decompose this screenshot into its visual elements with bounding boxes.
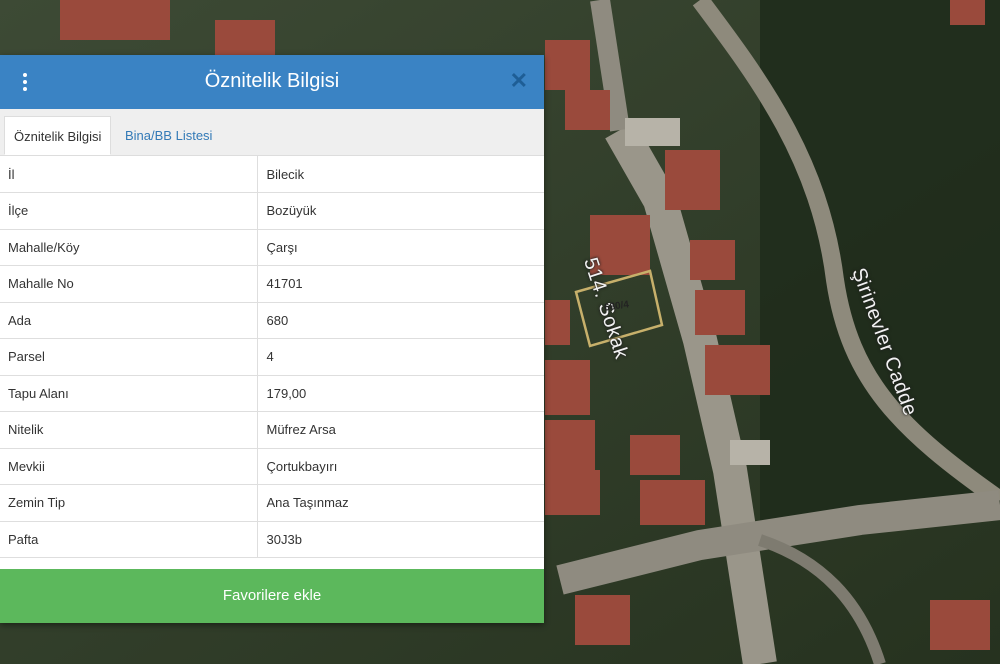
row-key: Mahalle/Köy xyxy=(0,229,258,266)
table-row: Zemin Tip Ana Taşınmaz xyxy=(0,484,544,522)
row-key: Ada xyxy=(0,302,258,339)
table-row: Mahalle No 41701 xyxy=(0,265,544,303)
table-row: Pafta 30J3b xyxy=(0,521,544,558)
row-value: Çortukbayırı xyxy=(257,448,544,485)
row-value: Müfrez Arsa xyxy=(257,411,544,449)
row-key: Tapu Alanı xyxy=(0,375,258,412)
row-key: Parsel xyxy=(0,338,258,376)
row-key: Mahalle No xyxy=(0,265,258,303)
table-row: Mahalle/Köy Çarşı xyxy=(0,229,544,266)
row-value: Ana Taşınmaz xyxy=(257,484,544,522)
row-key: İlçe xyxy=(0,192,258,230)
add-to-favorites-button[interactable]: Favorilere ekle xyxy=(0,569,544,623)
row-key: İl xyxy=(0,156,258,193)
close-icon[interactable]: ✕ xyxy=(510,69,528,93)
row-value: 179,00 xyxy=(257,375,544,412)
table-row: Tapu Alanı 179,00 xyxy=(0,375,544,412)
table-row: İl Bilecik xyxy=(0,156,544,193)
row-key: Nitelik xyxy=(0,411,258,449)
row-value: 4 xyxy=(257,338,544,376)
row-key: Pafta xyxy=(0,521,258,558)
attribute-panel: Öznitelik Bilgisi ✕ Öznitelik Bilgisi Bi… xyxy=(0,55,544,623)
table-row: Mevkii Çortukbayırı xyxy=(0,448,544,485)
row-value: Bozüyük xyxy=(257,192,544,230)
table-row: Nitelik Müfrez Arsa xyxy=(0,411,544,449)
tab-attribute-info[interactable]: Öznitelik Bilgisi xyxy=(4,116,112,155)
tab-bar: Öznitelik Bilgisi Bina/BB Listesi xyxy=(0,109,544,156)
row-value: Çarşı xyxy=(257,229,544,266)
panel-title: Öznitelik Bilgisi xyxy=(204,70,340,92)
attribute-table: İl Bilecik İlçe Bozüyük Mahalle/Köy Çarşı M… xyxy=(0,156,544,558)
tab-building-list[interactable]: Bina/BB Listesi xyxy=(116,116,221,155)
row-value: Bilecik xyxy=(257,156,544,193)
panel-header: Öznitelik Bilgisi ✕ xyxy=(0,55,544,109)
row-value: 30J3b xyxy=(257,521,544,558)
table-row: Ada 680 xyxy=(0,302,544,339)
row-key: Zemin Tip xyxy=(0,484,258,522)
table-row: Parsel 4 xyxy=(0,338,544,376)
row-value: 680 xyxy=(257,302,544,339)
row-key: Mevkii xyxy=(0,448,258,485)
row-value: 41701 xyxy=(257,265,544,303)
table-row: İlçe Bozüyük xyxy=(0,192,544,230)
